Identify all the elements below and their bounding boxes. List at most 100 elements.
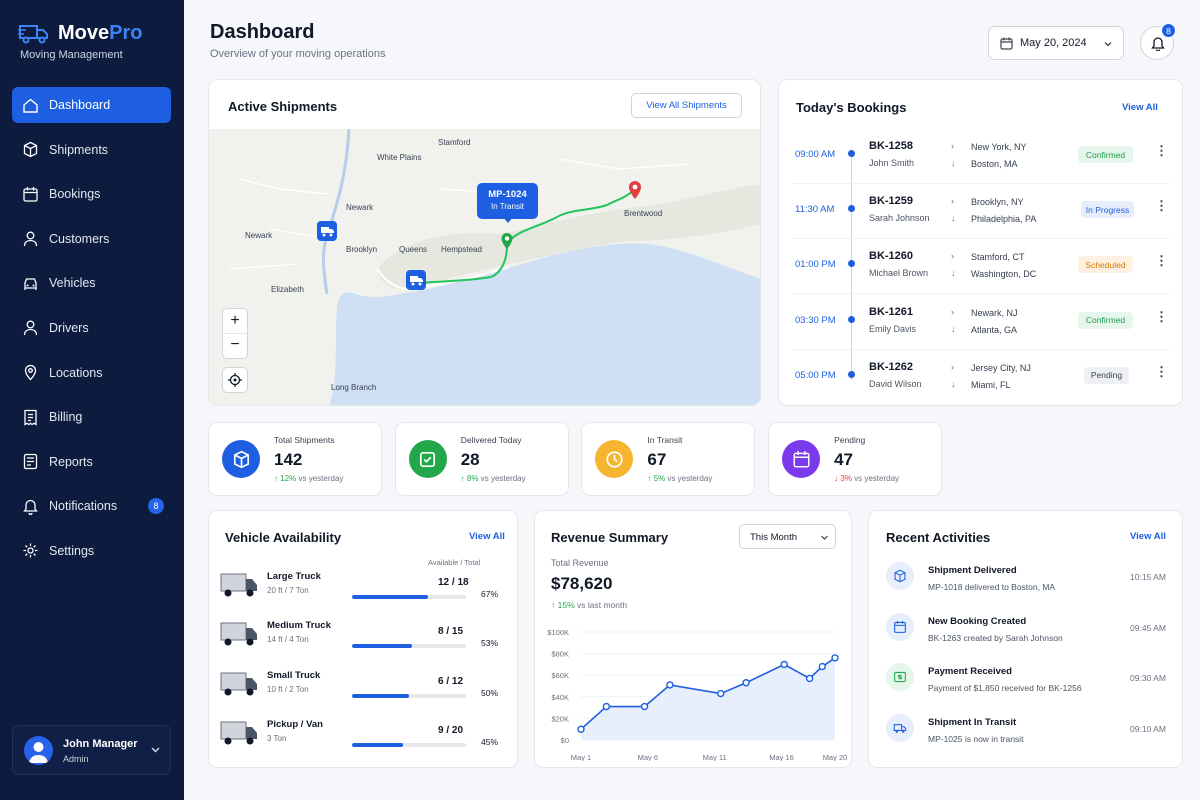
vehicle-count: 12 / 18 <box>438 577 469 588</box>
more-options-icon[interactable]: ⋮ <box>1155 364 1168 380</box>
sidebar-item-customers[interactable]: Customers <box>12 221 171 257</box>
sidebar-item-billing[interactable]: Billing <box>12 399 171 435</box>
zoom-controls: + − <box>222 308 248 359</box>
stat-value: 67 <box>647 450 667 469</box>
booking-row[interactable]: 01:00 PM BK-1260 Michael Brown › ↓ Stamford, … <box>779 247 1182 299</box>
stat-label: Delivered Today <box>460 435 522 445</box>
destination: Atlanta, GA <box>971 324 1018 335</box>
series-area <box>581 657 835 740</box>
activity-title: Shipment In Transit <box>928 717 1017 729</box>
destination-pin-icon[interactable] <box>629 181 641 199</box>
more-options-icon[interactable]: ⋮ <box>1155 253 1168 269</box>
notifications-button[interactable]: 8 <box>1140 23 1176 60</box>
sidebar-item-settings[interactable]: Settings <box>12 533 171 569</box>
data-point <box>818 662 826 671</box>
user-role: Admin <box>63 754 89 764</box>
chevron-down-icon <box>821 535 828 540</box>
date-picker[interactable]: May 20, 2024 <box>988 26 1124 60</box>
booking-row[interactable]: 03:30 PM BK-1261 Emily Davis › ↓ Newark, NJ At… <box>779 303 1182 355</box>
status-badge: In Progress <box>1081 201 1134 219</box>
revenue-summary-card: Revenue Summary This Month Total Revenue… <box>534 510 852 768</box>
activity-title: New Booking Created <box>928 615 1027 627</box>
view-all-activities-link[interactable]: View All <box>1130 531 1166 542</box>
booking-row[interactable]: 05:00 PM BK-1262 David Wilson › ↓ Jersey City… <box>779 358 1182 410</box>
car-icon <box>24 278 37 290</box>
vehicle-row[interactable]: Medium Truck 14 ft / 4 Ton 8 / 15 53% <box>209 617 517 661</box>
activity-item[interactable]: Shipment In Transit MP-1025 is now in tra… <box>869 713 1182 757</box>
bell-icon <box>1151 37 1165 51</box>
vehicle-image-icon <box>220 721 257 745</box>
gear-icon <box>23 543 38 558</box>
sidebar-item-vehicles[interactable]: Vehicles <box>12 265 171 301</box>
data-point <box>742 679 750 687</box>
sidebar-item-reports[interactable]: Reports <box>12 444 171 480</box>
booking-id: BK-1261 <box>869 305 914 318</box>
activity-item[interactable]: New Booking Created BK-1263 created by Sa… <box>869 612 1182 656</box>
vehicle-image-icon <box>220 573 257 597</box>
sidebar-nav: Dashboard Shipments Bookings Customers Vehic… <box>12 87 171 578</box>
sidebar-item-bookings[interactable]: Bookings <box>12 176 171 212</box>
notification-badge: 8 <box>1161 23 1176 38</box>
user-menu[interactable]: John Manager Admin <box>12 725 171 775</box>
activity-item[interactable]: Shipment Delivered MP-1018 delivered to B… <box>869 561 1182 605</box>
box-icon <box>23 141 38 158</box>
zoom-out-button[interactable]: − <box>223 334 247 359</box>
divider <box>793 183 1169 184</box>
activity-item[interactable]: Payment Received Payment of $1,850 receiv… <box>869 662 1182 706</box>
vehicle-row[interactable]: Small Truck 10 ft / 2 Ton 6 / 12 50% <box>209 667 517 711</box>
stat-icon-bg <box>408 440 447 478</box>
stat-card[interactable]: Total Shipments 142 ↑ 12% vs yesterday <box>208 422 382 496</box>
destination: Miami, FL <box>971 379 1011 390</box>
sidebar-item-shipments[interactable]: Shipments <box>12 132 171 168</box>
vehicle-row[interactable]: Pickup / Van 3 Ton 9 / 20 45% <box>209 716 517 760</box>
receipt-icon <box>24 409 37 426</box>
view-all-bookings-link[interactable]: View All <box>1122 102 1158 113</box>
stat-card[interactable]: In Transit 67 ↑ 5% vs yesterday <box>581 422 756 496</box>
activity-desc: MP-1025 is now in transit <box>928 734 1024 745</box>
sidebar-item-label: Settings <box>49 543 95 558</box>
user-icon <box>23 231 38 247</box>
activity-desc: MP-1018 delivered to Boston, MA <box>928 582 1056 592</box>
period-select[interactable]: This Month <box>739 524 836 549</box>
shipment-tooltip[interactable]: MP-1024 In Transit <box>477 183 538 223</box>
column-header: Available / Total <box>428 558 481 567</box>
vehicle-row[interactable]: Large Truck 20 ft / 7 Ton 12 / 18 67% <box>209 568 517 612</box>
brand-name: MovePro <box>58 22 143 44</box>
stat-change: ↑ 5% vs yesterday <box>647 474 713 483</box>
map[interactable]: Stamford White Plains Newark Newark Broo… <box>209 128 760 405</box>
stat-card[interactable]: Delivered Today 28 ↑ 8% vs yesterday <box>394 422 569 496</box>
view-all-shipments-button[interactable]: View All Shipments <box>631 93 742 118</box>
map-label: Long Branch <box>331 383 377 392</box>
more-options-icon[interactable]: ⋮ <box>1155 143 1168 159</box>
customer-name: David Wilson <box>869 378 922 389</box>
vehicle-pct: 53% <box>481 638 499 649</box>
card-title: Recent Activities <box>886 530 991 545</box>
current-location-pin-icon[interactable] <box>501 233 513 249</box>
sidebar-item-label: Vehicles <box>49 276 96 291</box>
view-all-vehicles-link[interactable]: View All <box>469 531 505 542</box>
x-tick-label: May 16 <box>769 753 794 761</box>
zoom-in-button[interactable]: + <box>223 309 247 334</box>
more-options-icon[interactable]: ⋮ <box>1155 198 1168 214</box>
stat-card[interactable]: Pending 47 ↓ 3% vs yesterday <box>768 422 943 496</box>
sidebar-item-locations[interactable]: Locations <box>12 355 171 391</box>
sidebar-item-notifications[interactable]: Notifications 8 <box>12 488 171 524</box>
y-tick-label: $40K <box>551 693 569 702</box>
more-options-icon[interactable]: ⋮ <box>1155 309 1168 325</box>
stat-label: In Transit <box>647 435 683 445</box>
sidebar-item-dashboard[interactable]: Dashboard <box>12 87 171 123</box>
card-title: Vehicle Availability <box>225 530 342 545</box>
home-icon <box>23 98 38 113</box>
tooltip-id: MP-1024 <box>488 189 527 200</box>
locate-button[interactable] <box>222 367 248 393</box>
booking-row[interactable]: 09:00 AM BK-1258 John Smith › ↓ New York, NY B… <box>779 137 1182 189</box>
report-icon <box>23 454 38 470</box>
sidebar-item-drivers[interactable]: Drivers <box>12 310 171 346</box>
booking-row[interactable]: 11:30 AM BK-1259 Sarah Johnson › ↓ Brooklyn, … <box>779 192 1182 244</box>
stat-value: 142 <box>274 450 303 469</box>
booking-time: 11:30 AM <box>795 204 835 216</box>
truck-marker-icon[interactable] <box>317 221 337 241</box>
calendar-icon <box>1000 37 1013 50</box>
activity-time: 09:45 AM <box>1130 622 1166 633</box>
truck-marker-icon[interactable] <box>406 270 426 290</box>
